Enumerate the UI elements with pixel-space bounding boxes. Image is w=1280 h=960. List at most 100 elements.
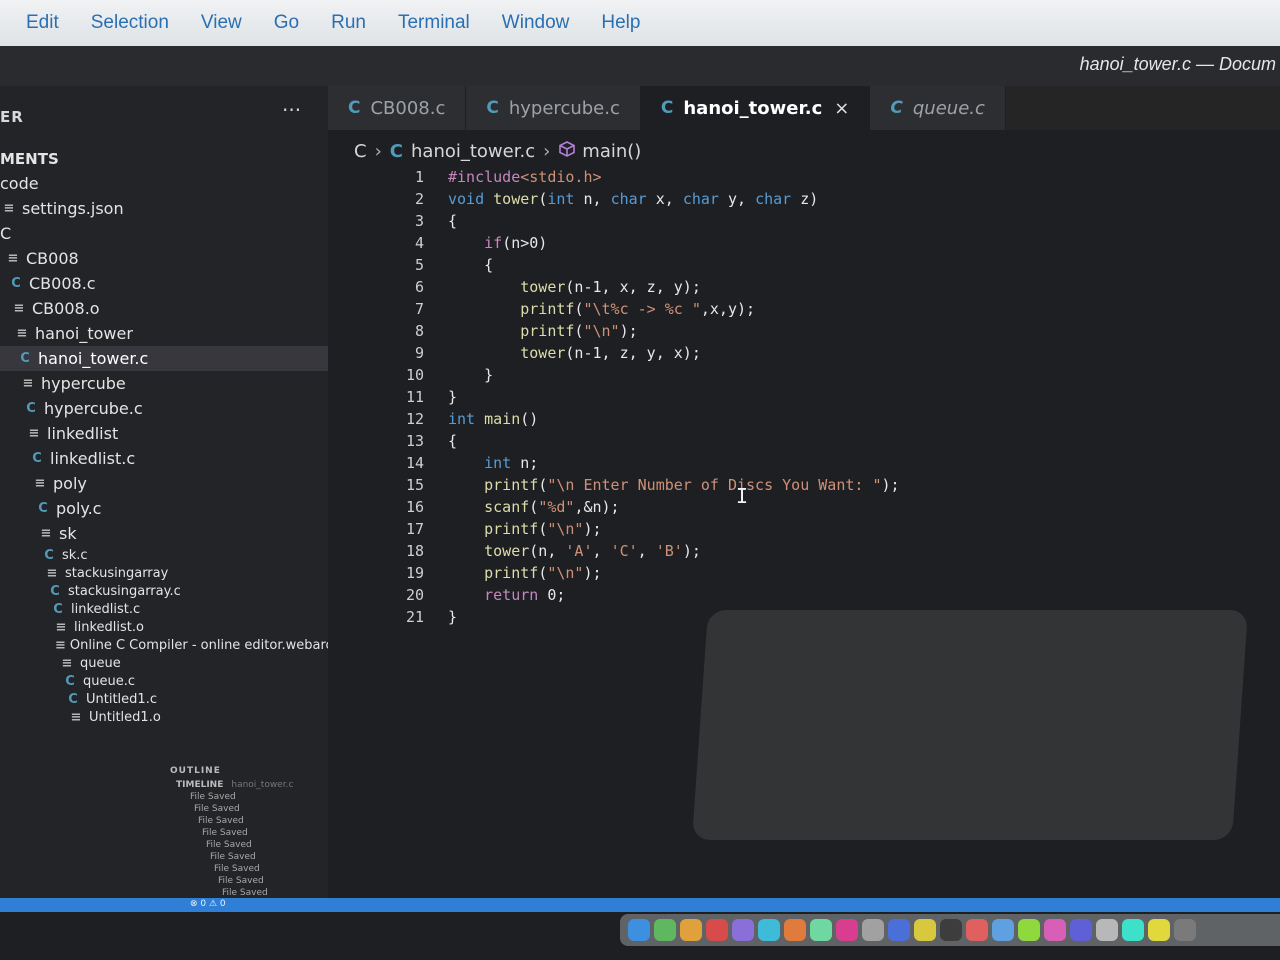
explorer-item[interactable]: ≡ CB008.o	[0, 296, 328, 321]
dock-app-icon[interactable]	[654, 919, 676, 941]
explorer-item[interactable]: Clinkedlist.c	[0, 600, 328, 618]
dock-app-icon[interactable]	[836, 919, 858, 941]
timeline-entry[interactable]: File Saved	[190, 864, 328, 876]
explorer-item[interactable]: ≡ linkedlist	[0, 421, 328, 446]
menu-run[interactable]: Run	[331, 12, 366, 34]
more-actions-icon[interactable]: ···	[282, 98, 301, 122]
breadcrumb-symbol[interactable]: main()	[582, 141, 641, 162]
dock-app-icon[interactable]	[940, 919, 962, 941]
explorer-item-label: hypercube.c	[44, 399, 143, 418]
code-line: 16 scanf("%d",&n);	[368, 496, 1248, 518]
explorer-item[interactable]: Clinkedlist.c	[0, 446, 328, 471]
explorer-item[interactable]: Chypercube.c	[0, 396, 328, 421]
menu-go[interactable]: Go	[274, 12, 299, 34]
editor-tab-label: queue.c	[912, 97, 985, 119]
dock-app-icon[interactable]	[1122, 919, 1144, 941]
dock-app-icon[interactable]	[1044, 919, 1066, 941]
dock-app-icon[interactable]	[784, 919, 806, 941]
dock-app-icon[interactable]	[628, 919, 650, 941]
code-text: {	[448, 212, 458, 230]
explorer-item[interactable]: ≡ queue	[0, 654, 328, 672]
explorer-item[interactable]: Cqueue.c	[0, 672, 328, 690]
menu-view[interactable]: View	[201, 12, 242, 34]
c-file-icon: C	[38, 501, 48, 516]
timeline-entry-label: File Saved	[210, 852, 256, 862]
explorer-item[interactable]: C CB008.c	[0, 271, 328, 296]
timeline-entry[interactable]: File Savednow	[190, 792, 328, 804]
timeline-entry[interactable]: File Saved11 mins	[190, 840, 328, 852]
timeline-entry[interactable]: File Saved16 mins	[190, 852, 328, 864]
explorer-item[interactable]: Cstackusingarray.c	[0, 582, 328, 600]
line-number: 16	[405, 498, 424, 516]
file-icon: ≡	[28, 426, 40, 441]
explorer-item[interactable]: code	[0, 171, 328, 196]
explorer-item[interactable]: ≡ Untitled1.o	[0, 708, 328, 726]
close-icon[interactable]: ×	[834, 98, 849, 119]
timeline-entry-label: File Saved	[194, 804, 240, 814]
breadcrumb-folder[interactable]: C	[354, 141, 367, 162]
timeline-entry-label: File Saved	[218, 876, 264, 886]
explorer-item[interactable]: Cpoly.c	[0, 496, 328, 521]
dock-app-icon[interactable]	[706, 919, 728, 941]
menu-selection[interactable]: Selection	[91, 12, 169, 34]
outline-section-header[interactable]: OUTLINE	[170, 766, 221, 776]
dock-app-icon[interactable]	[914, 919, 936, 941]
dock-app-icon[interactable]	[1096, 919, 1118, 941]
editor-tab[interactable]: C CB008.c	[328, 86, 467, 130]
editor-tab[interactable]: Cqueue.c	[870, 86, 1006, 130]
line-number: 20	[405, 586, 424, 604]
explorer-item[interactable]: C Untitled1.c	[0, 690, 328, 708]
timeline-entry-label: File Saved	[206, 840, 252, 850]
dock-app-icon[interactable]	[1174, 919, 1196, 941]
chevron-right-icon: ›	[543, 140, 551, 162]
timeline-file: hanoi_tower.c	[231, 780, 294, 790]
explorer-item[interactable]: ≡ poly	[0, 471, 328, 496]
explorer-item-label: linkedlist	[47, 424, 119, 443]
dock-app-icon[interactable]	[1018, 919, 1040, 941]
timeline-section-header[interactable]: TIMELINE hanoi_tower.c	[176, 780, 293, 790]
dock-app-icon[interactable]	[810, 919, 832, 941]
dock-app-icon[interactable]	[1148, 919, 1170, 941]
editor-tab[interactable]: Chanoi_tower.c ×	[640, 86, 871, 130]
explorer-item[interactable]: ≡ stackusingarray	[0, 564, 328, 582]
timeline-entry[interactable]: File Saved	[190, 804, 328, 816]
timeline-entry[interactable]: File Saved	[190, 876, 328, 888]
explorer-item[interactable]: MENTS	[0, 146, 328, 171]
menu-help[interactable]: Help	[601, 12, 640, 34]
editor-tab[interactable]: Chypercube.c	[466, 86, 641, 130]
explorer-item[interactable]: Csk.c	[0, 546, 328, 564]
explorer-item[interactable]: ≡ sk	[0, 521, 328, 546]
timeline-entry[interactable]: File Saved47 secs	[190, 816, 328, 828]
explorer-item-label: linkedlist.c	[50, 449, 136, 468]
menu-window[interactable]: Window	[502, 12, 570, 34]
code-line: 17 printf("\n");	[368, 518, 1248, 540]
explorer-item[interactable]: ≡ linkedlist.o	[0, 618, 328, 636]
dock-app-icon[interactable]	[732, 919, 754, 941]
dock-app-icon[interactable]	[680, 919, 702, 941]
explorer-item[interactable]: ≡ hanoi_tower	[0, 321, 328, 346]
menu-terminal[interactable]: Terminal	[398, 12, 470, 34]
dock-app-icon[interactable]	[862, 919, 884, 941]
line-number: 8	[414, 322, 424, 340]
explorer-item-label: settings.json	[22, 199, 124, 218]
timeline-entry[interactable]: File Saved10 mins	[190, 828, 328, 840]
dock-app-icon[interactable]	[758, 919, 780, 941]
explorer-item[interactable]: ≡ settings.json	[0, 196, 328, 221]
explorer-item[interactable]: ≡ CB008	[0, 246, 328, 271]
code-line: 4 if(n>0)	[368, 232, 1248, 254]
dock-app-icon[interactable]	[1070, 919, 1092, 941]
explorer-item[interactable]: ≡ hypercube	[0, 371, 328, 396]
breadcrumb-file[interactable]: hanoi_tower.c	[411, 141, 535, 162]
file-tree: MENTS code ≡ settings.json C ≡ CB008 C CB008.c ≡ C…	[0, 146, 328, 726]
explorer-item[interactable]: Chanoi_tower.c	[0, 346, 328, 371]
explorer-item-label: CB008	[26, 249, 79, 268]
line-number: 6	[414, 278, 424, 296]
explorer-item[interactable]: ≡ Online C Compiler - online editor.webar…	[0, 636, 328, 654]
explorer-item[interactable]: C	[0, 221, 328, 246]
menu-edit[interactable]: Edit	[26, 12, 59, 34]
dock-app-icon[interactable]	[966, 919, 988, 941]
dock-app-icon[interactable]	[992, 919, 1014, 941]
dock-app-icon[interactable]	[888, 919, 910, 941]
status-remote-icon[interactable]: ⊗ 0 ⚠ 0	[190, 899, 226, 909]
code-line: 1 #include<stdio.h>	[368, 166, 1248, 188]
